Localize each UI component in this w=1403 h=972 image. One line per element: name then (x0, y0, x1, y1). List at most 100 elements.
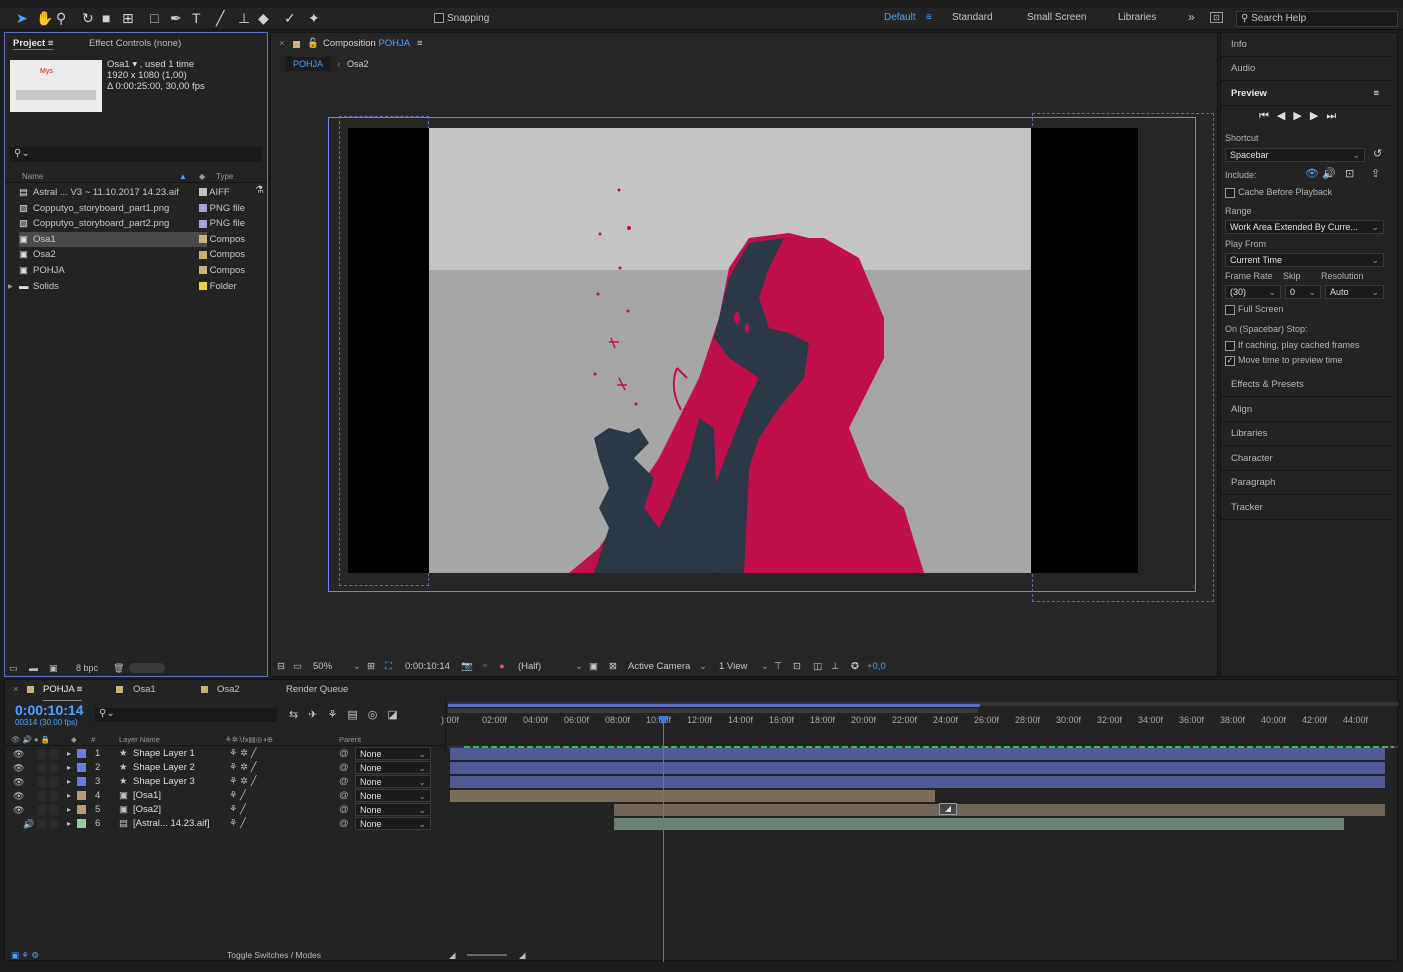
motion-blur-icon[interactable]: ◎ (368, 709, 388, 721)
lock-switch[interactable] (50, 791, 59, 801)
panel-header-align[interactable]: Align (1221, 398, 1391, 422)
label-color-swatch[interactable] (77, 805, 86, 814)
label-color-swatch[interactable] (77, 791, 86, 800)
layer-row[interactable]: 👁 ▸ 4 ▣ [Osa1] ⚘ ╱ @ None ⌄ (9, 789, 446, 803)
layer-row[interactable]: 👁 ▸ 2 ★ Shape Layer 2 ⚘ ✲ ╱ @ None ⌄ (9, 761, 446, 775)
skip-dropdown[interactable]: 0 ⌄ (1285, 285, 1321, 299)
video-toggle-icon[interactable]: 👁 (13, 803, 24, 817)
parent-dropdown[interactable]: None ⌄ (355, 817, 431, 830)
next-frame-icon[interactable]: ▶ (1310, 110, 1326, 122)
layer-switches-icon[interactable]: ⚘ ✲ ╱ (229, 761, 256, 775)
interpret-footage-icon[interactable]: ▭ (9, 659, 18, 677)
zoom-dropdown[interactable]: 50% (313, 657, 332, 677)
camera-caret-icon[interactable]: ⌄ (699, 657, 707, 677)
workspace-menu-icon[interactable]: ≡ (926, 12, 932, 23)
toggle-switches-modes-button[interactable]: Toggle Switches / Modes (227, 948, 321, 962)
video-toggle-icon[interactable]: 👁 (13, 761, 24, 775)
views-caret-icon[interactable]: ⌄ (761, 657, 769, 677)
shortcut-dropdown[interactable]: Spacebar ⌄ (1225, 148, 1365, 162)
layer-duration-bar[interactable] (450, 748, 1385, 760)
workspace-small-screen[interactable]: Small Screen (1027, 12, 1086, 23)
workspace-switch-icon[interactable]: ⊡ (1210, 12, 1223, 23)
type-tool-icon[interactable]: T (192, 11, 201, 25)
flowchart-icon[interactable]: ⚗ (255, 185, 264, 196)
video-toggle-icon[interactable]: 👁 (13, 789, 24, 803)
render-queue-tab[interactable]: Render Queue (286, 680, 348, 700)
layer-duration-bar[interactable] (614, 818, 1344, 830)
layer-name[interactable]: Shape Layer 1 (133, 747, 195, 761)
zoom-caret-icon[interactable]: ⌄ (353, 657, 361, 677)
workspace-libraries[interactable]: Libraries (1118, 12, 1156, 23)
layer-name[interactable]: [Osa1] (133, 789, 161, 803)
project-search-input[interactable]: ⚲⌄ (10, 147, 262, 162)
range-dropdown[interactable]: Work Area Extended By Curre... ⌄ (1225, 220, 1384, 234)
col-layer-name[interactable]: Layer Name (119, 734, 160, 746)
toggle-pixel-aspect-icon[interactable]: ⊤ (774, 657, 782, 677)
selection-tool-icon[interactable]: ➤ (16, 11, 28, 25)
layer-duration-bar[interactable] (614, 804, 1385, 816)
label-color-swatch[interactable] (77, 819, 86, 828)
expand-arrow-icon[interactable]: ▸ (67, 789, 71, 803)
lock-switch[interactable] (50, 819, 59, 829)
close-tab-icon[interactable]: × (13, 680, 19, 700)
play-icon[interactable]: ▶ (1293, 110, 1309, 122)
col-type[interactable]: Type (216, 171, 233, 183)
rotate-tool-icon[interactable]: ↻ (82, 11, 94, 25)
color-channels-icon[interactable]: ● (499, 657, 505, 677)
last-frame-icon[interactable]: ⏭ (1326, 110, 1344, 122)
shy-layers-icon[interactable]: ⚘ (327, 709, 347, 721)
label-color-swatch[interactable] (77, 749, 86, 758)
play-from-dropdown[interactable]: Current Time ⌄ (1225, 253, 1384, 267)
monitor-icon[interactable]: ▭ (293, 657, 302, 677)
panel-header-libraries[interactable]: Libraries (1221, 422, 1391, 447)
view-layout-dropdown[interactable]: 1 View (719, 657, 747, 677)
frame-blending-icon[interactable]: ▤ (347, 709, 367, 721)
pan-behind-tool-icon[interactable]: ⊞ (122, 11, 134, 25)
clone-stamp-tool-icon[interactable]: ⊥ (238, 11, 250, 25)
layer-switches-toggle-icon[interactable]: ▣ ⚘ ⚙ (11, 948, 39, 962)
pickwhip-icon[interactable]: @ (339, 747, 349, 761)
timeline-zoom-slider[interactable] (467, 954, 507, 956)
comp-canvas[interactable] (348, 128, 1138, 573)
timeline-tab-osa2[interactable]: Osa2 (217, 680, 240, 700)
label-tag-icon[interactable]: ◆ (199, 171, 205, 183)
pen-tool-icon[interactable]: ✒ (170, 11, 182, 25)
layer-switches-icon[interactable]: ⚘ ╱ (229, 789, 246, 803)
layer-duration-bar[interactable] (450, 790, 935, 802)
transparency-grid-icon[interactable]: ⊠ (609, 657, 617, 677)
solo-switch[interactable] (37, 791, 46, 801)
info-panel-header[interactable]: Info (1221, 33, 1391, 57)
bpc-button[interactable]: 8 bpc (76, 659, 98, 677)
close-tab-icon[interactable]: × (279, 33, 285, 55)
always-preview-icon[interactable]: ⊟ (277, 657, 285, 677)
include-overlays-icon[interactable]: ⊡ (1345, 167, 1354, 180)
pickwhip-icon[interactable]: @ (339, 775, 349, 789)
layer-switches-icon[interactable]: ⚘ ╱ (229, 803, 246, 817)
first-frame-icon[interactable]: ⏮ (1259, 110, 1277, 122)
workspace-standard[interactable]: Standard (952, 12, 993, 23)
layer-row[interactable]: 👁 ▸ 5 ▣ [Osa2] ⚘ ╱ @ None ⌄ (9, 803, 446, 817)
timeline-tab-osa1[interactable]: Osa1 (133, 680, 156, 700)
resolution-dropdown[interactable]: (Half) (518, 657, 541, 677)
comp-menu-icon[interactable]: ≡ (417, 33, 423, 55)
current-time-display[interactable]: 0:00:10:14 (405, 657, 450, 677)
layer-duration-bar[interactable] (450, 776, 1385, 788)
composition-flowchart-icon[interactable]: ⇆ (289, 709, 308, 721)
region-of-interest-icon[interactable]: ⛶ (385, 657, 392, 677)
rectangle-tool-icon[interactable]: □ (150, 11, 158, 25)
solo-switch[interactable] (37, 805, 46, 815)
tab-effect-controls[interactable]: Effect Controls (none) (89, 38, 181, 49)
parent-dropdown[interactable]: None ⌄ (355, 761, 431, 774)
fast-previews-icon[interactable]: ▣ (589, 657, 598, 677)
expand-arrow-icon[interactable]: ▸ (67, 775, 71, 789)
solo-switch[interactable] (37, 763, 46, 773)
layer-switches-icon[interactable]: ⚘ ╱ (229, 817, 246, 831)
layer-search-input[interactable]: ⚲⌄ (95, 708, 277, 722)
zoom-in-icon[interactable]: ◢ (519, 948, 526, 962)
label-color-swatch[interactable] (77, 777, 86, 786)
include-export-icon[interactable]: ⇪ (1371, 167, 1380, 180)
solo-switch[interactable] (37, 749, 46, 759)
lock-switch[interactable] (50, 805, 59, 815)
more-workspaces-icon[interactable]: » (1188, 10, 1195, 24)
new-composition-icon[interactable]: ▣ (49, 659, 58, 677)
